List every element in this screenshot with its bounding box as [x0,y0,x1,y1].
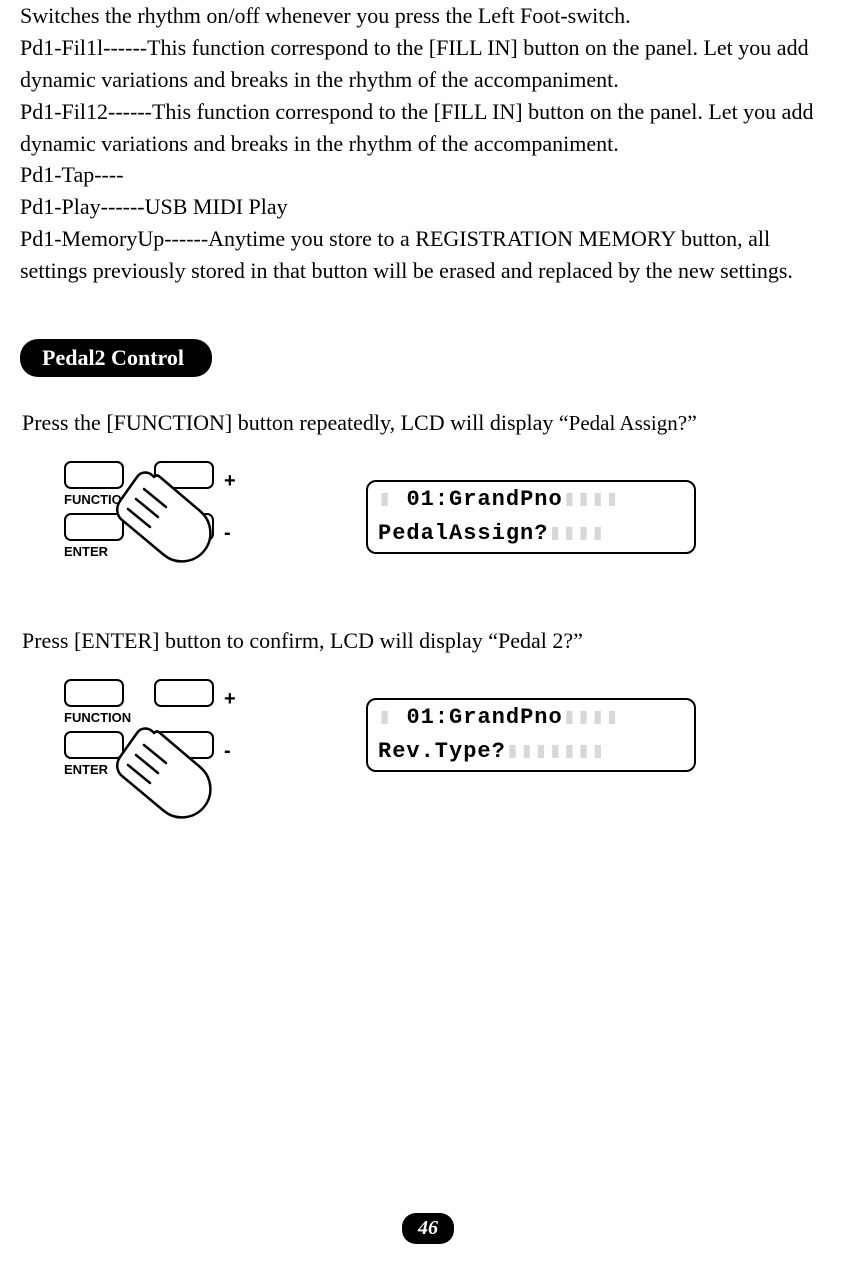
lcd-line: ▮ 01:GrandPno▮▮▮▮ [378,702,684,734]
function-label: FUNCTION [64,709,131,728]
control-panel-diagram-2: FUNCTION + ENTER - [56,675,256,795]
lcd-line: ▮ 01:GrandPno▮▮▮▮ [378,484,684,516]
step2-illustration-row: FUNCTION + ENTER - ▮ 01:GrandPno▮▮▮▮ Rev… [56,675,836,795]
manual-page: Switches the rhythm on/off whenever you … [0,0,856,1266]
intro-line: Pd1-MemoryUp------Anytime you store to a… [20,223,836,287]
step1-illustration-row: FUNCTION + ENTER - ▮ 01:GrandPno▮▮▮▮ Ped… [56,457,836,577]
enter-label: ENTER [64,761,108,780]
minus-label: - [224,737,231,766]
intro-line: Pd1-Play------USB MIDI Play [20,191,836,223]
enter-button [64,731,124,759]
step1-text-c: ” [687,410,697,435]
control-panel-diagram-1: FUNCTION + ENTER - [56,457,256,577]
intro-line: Pd1-Tap---- [20,159,836,191]
page-number: 46 [402,1211,454,1244]
plus-button [154,461,214,489]
function-label: FUNCTION [64,491,131,510]
intro-line: Pd1-Fil1l------This function correspond … [20,32,836,96]
step1-text: Press the [FUNCTION] button repeatedly, … [22,407,836,439]
intro-line: Pd1-Fil12------This function correspond … [20,96,836,160]
minus-label: - [224,519,231,548]
intro-paragraphs: Switches the rhythm on/off whenever you … [20,0,836,287]
step1-text-b: Pedal Assign? [569,411,687,435]
step2-text: Press [ENTER] button to confirm, LCD wil… [22,625,836,657]
page-number-badge: 46 [402,1213,454,1244]
lcd-line: PedalAssign?▮▮▮▮ [378,518,684,550]
plus-label: + [224,685,236,714]
step1-text-a: Press the [FUNCTION] button repeatedly, … [22,410,569,435]
function-button [64,679,124,707]
lcd-display-2: ▮ 01:GrandPno▮▮▮▮ Rev.Type?▮▮▮▮▮▮▮ [366,698,696,772]
intro-line: Switches the rhythm on/off whenever you … [20,0,836,32]
plus-label: + [224,467,236,496]
enter-button [64,513,124,541]
plus-button [154,679,214,707]
section-heading-pedal2: Pedal2 Control [20,339,212,377]
function-button [64,461,124,489]
minus-button [154,731,214,759]
minus-button [154,513,214,541]
lcd-line: Rev.Type?▮▮▮▮▮▮▮ [378,736,684,768]
enter-label: ENTER [64,543,108,562]
lcd-display-1: ▮ 01:GrandPno▮▮▮▮ PedalAssign?▮▮▮▮ [366,480,696,554]
